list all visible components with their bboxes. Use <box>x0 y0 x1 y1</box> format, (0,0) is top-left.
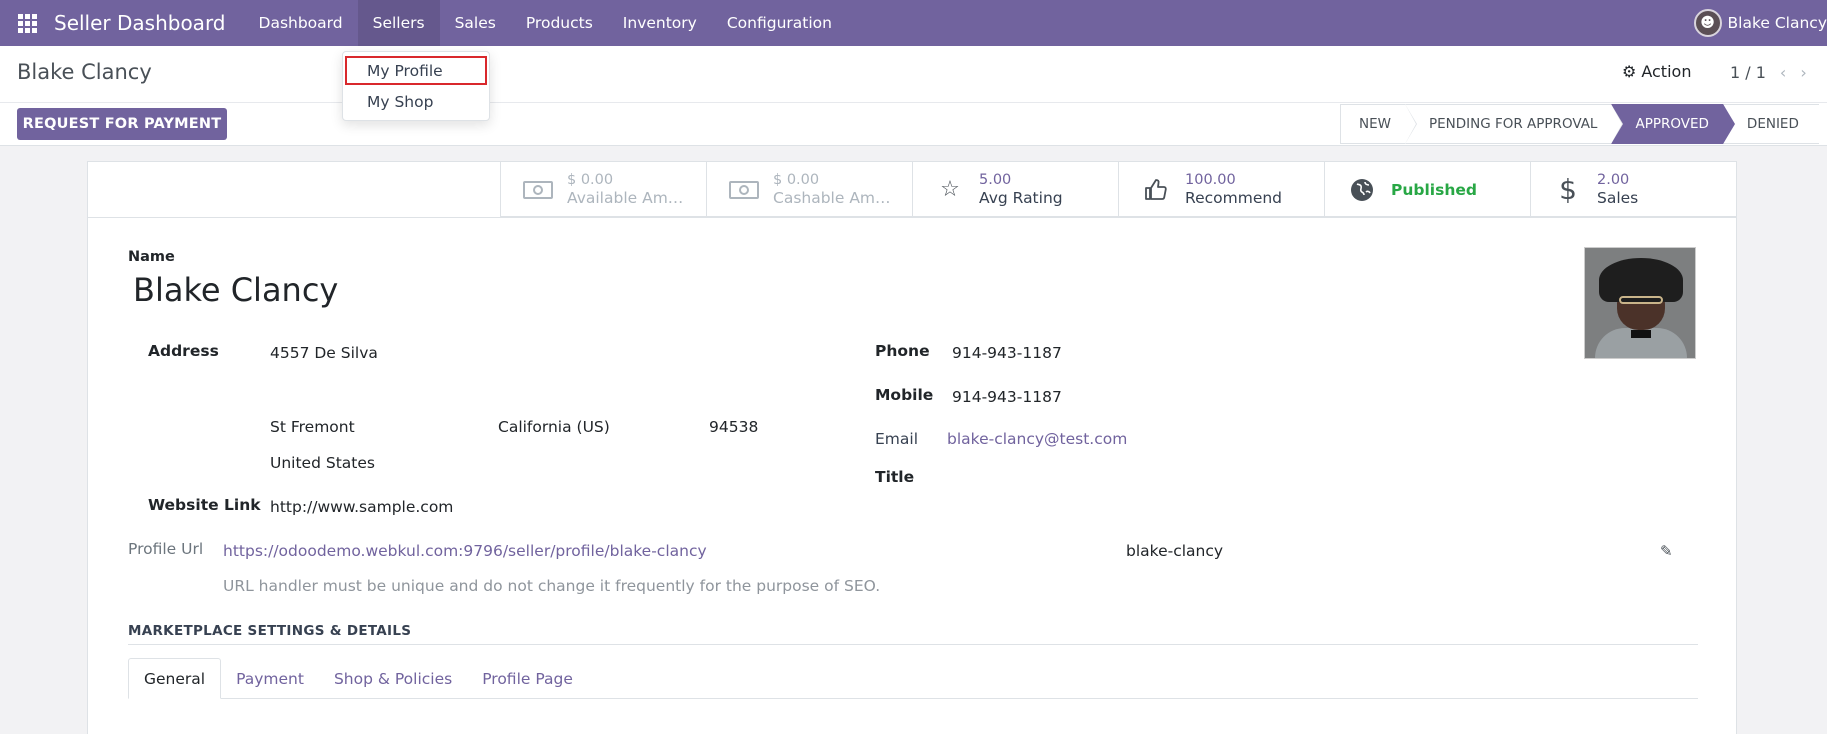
statusbar: NEW PENDING FOR APPROVAL APPROVED DENIED <box>1340 104 1819 144</box>
pager-value[interactable]: 1 / 1 <box>1730 63 1766 82</box>
address-label: Address <box>148 342 219 360</box>
url-help-text: URL handler must be unique and do not ch… <box>223 577 881 595</box>
phone-field[interactable]: 914-943-1187 <box>952 344 1062 362</box>
recommend-button[interactable]: 100.00 Recommend <box>1118 162 1324 217</box>
recommend-value: 100.00 <box>1185 172 1236 188</box>
menu-item-my-shop[interactable]: My Shop <box>343 86 489 117</box>
stage-pending-label: PENDING FOR APPROVAL <box>1428 116 1598 132</box>
apps-menu-icon[interactable] <box>0 0 54 46</box>
nav-dashboard[interactable]: Dashboard <box>244 0 358 46</box>
name-label: Name <box>128 249 175 265</box>
sales-button[interactable]: $ 2.00 Sales <box>1530 162 1736 217</box>
action-button[interactable]: ⚙ Action <box>1622 62 1691 81</box>
pager: 1 / 1 ‹ › <box>1730 63 1807 82</box>
menu-item-my-profile[interactable]: My Profile <box>345 56 487 85</box>
chevron-left-icon[interactable]: ‹ <box>1780 63 1786 82</box>
breadcrumb[interactable]: Blake Clancy <box>17 60 152 84</box>
city-field[interactable]: St Fremont <box>270 418 355 436</box>
tab-general[interactable]: General <box>128 658 222 699</box>
form-sheet: $ 0.00 Available Am… $ 0.00 Cashable Am…… <box>87 161 1737 734</box>
top-navbar: Seller Dashboard Dashboard Sellers Sales… <box>0 0 1827 46</box>
stage-approved[interactable]: APPROVED <box>1611 104 1735 144</box>
profile-url-link[interactable]: https://odoodemo.webkul.com:9796/seller/… <box>223 542 707 560</box>
available-amount-button[interactable]: $ 0.00 Available Am… <box>500 162 706 217</box>
avg-rating-label: Avg Rating <box>979 189 1063 207</box>
user-name: Blake Clancy <box>1727 14 1827 32</box>
website-field[interactable]: http://www.sample.com <box>270 498 453 516</box>
seller-photo[interactable] <box>1584 247 1696 359</box>
title-label: Title <box>875 468 915 486</box>
globe-icon <box>1347 178 1377 202</box>
stage-approved-label: APPROVED <box>1635 116 1709 132</box>
user-avatar: ☻ <box>1693 9 1722 37</box>
nav-inventory[interactable]: Inventory <box>608 0 712 46</box>
avg-rating-value: 5.00 <box>979 172 1012 188</box>
action-label: Action <box>1641 62 1692 81</box>
url-handle-field[interactable]: blake-clancy <box>1126 542 1223 560</box>
tab-profile-page[interactable]: Profile Page <box>467 658 588 699</box>
avg-rating-button[interactable]: ☆ 5.00 Avg Rating <box>912 162 1118 217</box>
notebook-tabs: General Payment Shop & Policies Profile … <box>128 658 588 699</box>
divider <box>88 217 1736 218</box>
country-field[interactable]: United States <box>270 454 375 472</box>
pencil-icon[interactable]: ✎ <box>1660 542 1673 560</box>
stage-new-label: NEW <box>1359 116 1391 132</box>
app-brand[interactable]: Seller Dashboard <box>54 11 226 35</box>
available-amount-label: Available Am… <box>567 189 684 207</box>
street-field[interactable]: 4557 De Silva <box>270 344 378 362</box>
published-label: Published <box>1391 180 1477 199</box>
control-panel: Blake Clancy ⚙ Action 1 / 1 ‹ › REQUEST … <box>0 46 1827 146</box>
section-title: MARKETPLACE SETTINGS & DETAILS <box>128 623 412 639</box>
sellers-dropdown-menu: My Profile My Shop <box>342 51 490 121</box>
stage-new[interactable]: NEW <box>1340 104 1417 144</box>
name-field[interactable]: Blake Clancy <box>133 271 338 309</box>
thumbs-up-icon <box>1141 178 1171 202</box>
tab-shop-policies[interactable]: Shop & Policies <box>319 658 467 699</box>
email-field[interactable]: blake-clancy@test.com <box>947 430 1127 448</box>
money-icon <box>729 180 759 200</box>
website-label: Website Link <box>148 496 261 514</box>
phone-label: Phone <box>875 342 930 360</box>
cashable-amount-label: Cashable Am… <box>773 189 891 207</box>
profile-url-label: Profile Url <box>128 540 204 558</box>
gear-icon: ⚙ <box>1622 62 1637 81</box>
tab-payment[interactable]: Payment <box>221 658 319 699</box>
sales-label: Sales <box>1597 189 1639 207</box>
sales-value: 2.00 <box>1597 172 1630 188</box>
published-button[interactable]: Published <box>1324 162 1530 217</box>
request-for-payment-button[interactable]: REQUEST FOR PAYMENT <box>17 108 227 140</box>
email-label: Email <box>875 430 919 448</box>
mobile-label: Mobile <box>875 386 934 404</box>
divider <box>0 102 1827 103</box>
nav-products[interactable]: Products <box>511 0 608 46</box>
cashable-amount-button[interactable]: $ 0.00 Cashable Am… <box>706 162 912 217</box>
zip-field[interactable]: 94538 <box>709 418 758 436</box>
divider <box>128 644 1698 645</box>
stage-pending[interactable]: PENDING FOR APPROVAL <box>1404 104 1624 144</box>
nav-sales[interactable]: Sales <box>440 0 511 46</box>
dollar-icon: $ <box>1559 173 1577 206</box>
nav-sellers[interactable]: Sellers <box>357 0 440 46</box>
available-amount-value: $ 0.00 <box>567 172 614 188</box>
star-icon: ☆ <box>940 177 960 202</box>
stage-denied-label: DENIED <box>1746 116 1799 132</box>
nav-configuration[interactable]: Configuration <box>712 0 847 46</box>
smart-button-box: $ 0.00 Available Am… $ 0.00 Cashable Am…… <box>500 162 1736 217</box>
recommend-label: Recommend <box>1185 189 1283 207</box>
cashable-amount-value: $ 0.00 <box>773 172 820 188</box>
stage-denied[interactable]: DENIED <box>1722 104 1819 144</box>
user-menu[interactable]: ☻ Blake Clancy <box>1693 0 1827 46</box>
chevron-right-icon[interactable]: › <box>1800 63 1806 82</box>
money-icon <box>523 180 553 200</box>
state-field[interactable]: California (US) <box>498 418 610 436</box>
mobile-field[interactable]: 914-943-1187 <box>952 388 1062 406</box>
